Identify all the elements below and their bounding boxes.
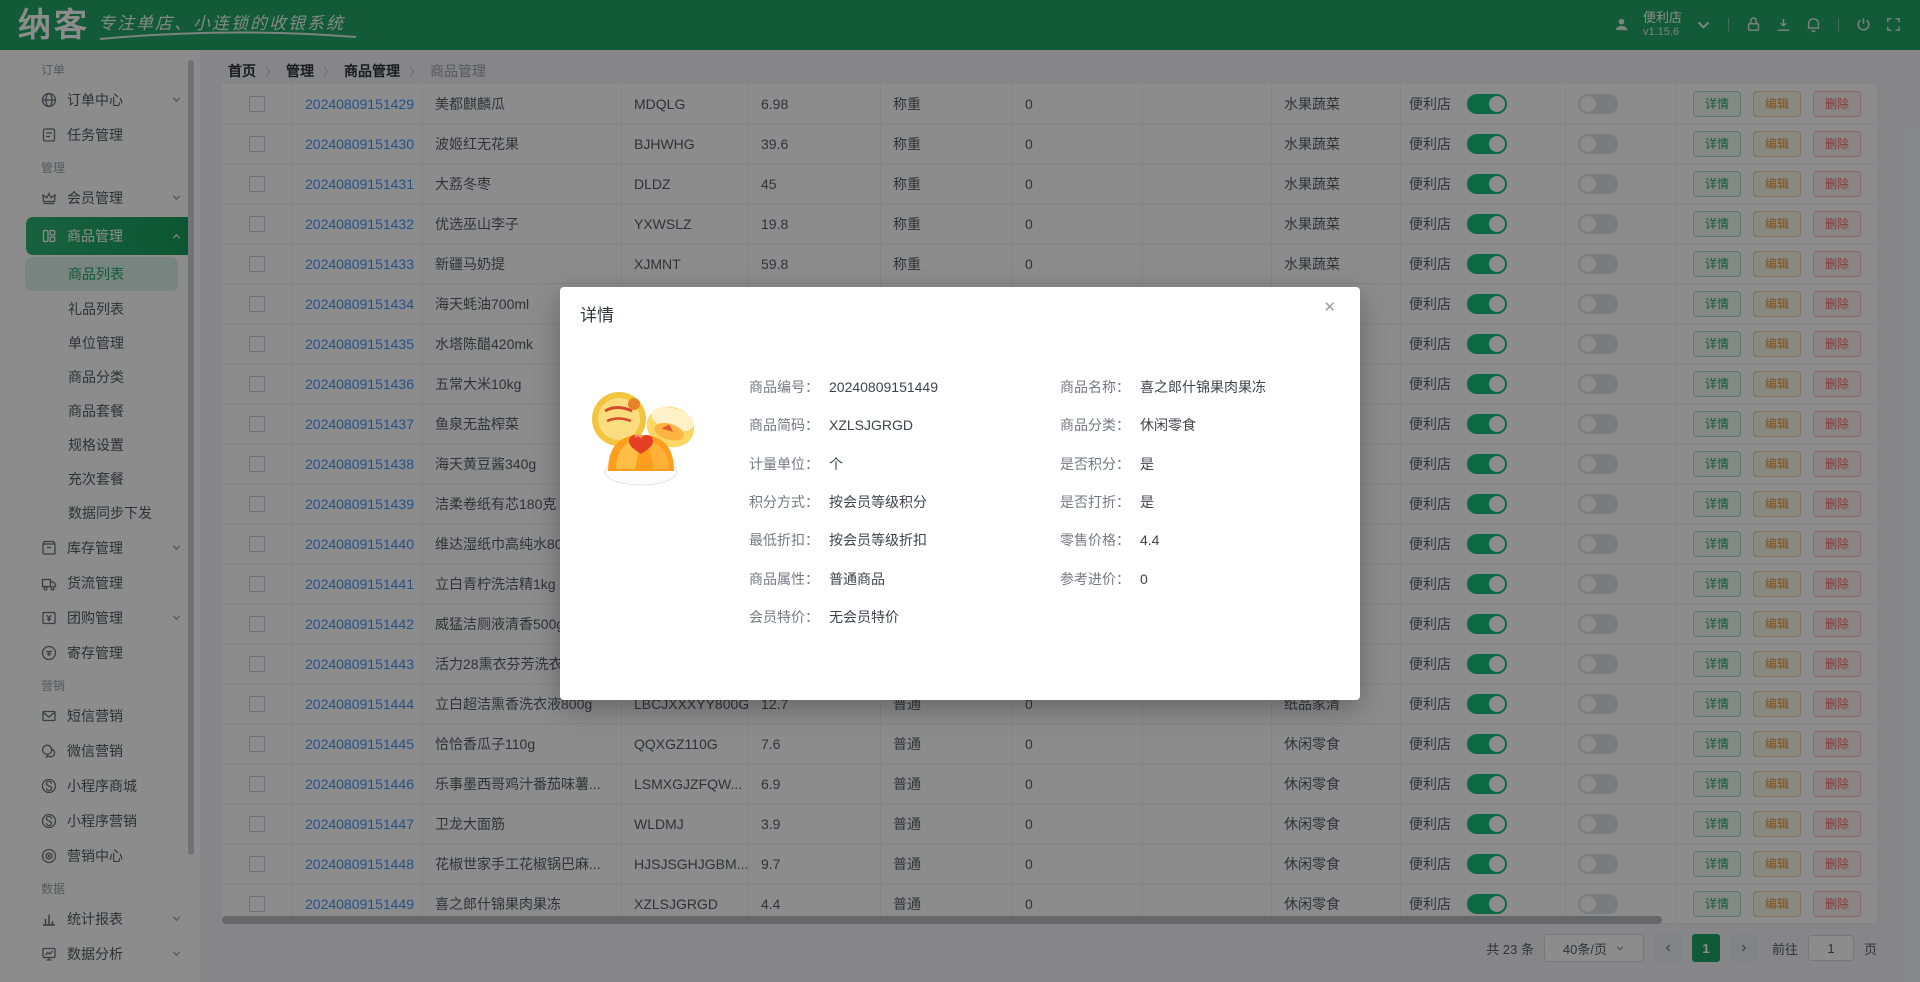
modal-field: 零售价格： 4.4 [1060,521,1350,559]
field-value: 0 [1140,571,1148,587]
modal-field: 商品编号： 20240809151449 [749,368,1049,406]
app-root: 纳客 专注单店、小连锁的收银系统 便利店 v1.15.6 订单订单中心任务管理管… [0,0,1920,982]
field-label: 是否积分： [1060,454,1130,474]
field-value: 个 [829,454,843,474]
field-label: 商品属性： [749,569,819,589]
modal-field: 商品简码： XZLSJGRGD [749,406,1049,444]
modal-field: 商品分类： 休闲零食 [1060,406,1350,444]
field-value: 休闲零食 [1140,415,1196,435]
field-label: 是否打折： [1060,492,1130,512]
modal-fields-right: 商品名称：喜之郎什锦果肉果冻商品分类：休闲零食是否积分：是是否打折：是零售价格：… [1060,368,1350,598]
field-label: 商品分类： [1060,415,1130,435]
field-label: 商品简码： [749,415,819,435]
modal-field: 商品名称： 喜之郎什锦果肉果冻 [1060,368,1350,406]
modal-field: 积分方式： 按会员等级积分 [749,483,1049,521]
field-label: 商品编号： [749,377,819,397]
detail-modal: 详情 ✕ 商品 [560,287,1360,700]
modal-fields-left: 商品编号： 20240809151449 商品简码： XZLSJGRGD 计量单位： 个积… [749,368,1049,636]
field-value: 普通商品 [829,569,885,589]
modal-field: 会员特价： 无会员特价 [749,598,1049,636]
modal-title: 详情 [580,301,614,326]
modal-field: 参考进价： 0 [1060,559,1350,597]
field-label: 会员特价： [749,607,819,627]
field-label: 积分方式： [749,492,819,512]
field-value: XZLSJGRGD [829,417,913,433]
field-value: 喜之郎什锦果肉果冻 [1140,377,1266,397]
field-value: 按会员等级折扣 [829,530,927,550]
field-label: 最低折扣： [749,530,819,550]
field-value: 是 [1140,454,1154,474]
field-value: 4.4 [1140,532,1159,548]
field-label: 计量单位： [749,454,819,474]
field-value: 20240809151449 [829,379,938,395]
modal-field: 计量单位： 个 [749,445,1049,483]
field-label: 零售价格： [1060,530,1130,550]
modal-field: 是否积分： 是 [1060,445,1350,483]
close-icon[interactable]: ✕ [1323,300,1336,315]
field-value: 是 [1140,492,1154,512]
modal-field: 商品属性： 普通商品 [749,559,1049,597]
modal-field: 是否打折： 是 [1060,483,1350,521]
field-value: 按会员等级积分 [829,492,927,512]
product-image [583,373,703,493]
field-label: 商品名称： [1060,377,1130,397]
field-label: 参考进价： [1060,569,1130,589]
field-value: 无会员特价 [829,607,899,627]
modal-field: 最低折扣： 按会员等级折扣 [749,521,1049,559]
